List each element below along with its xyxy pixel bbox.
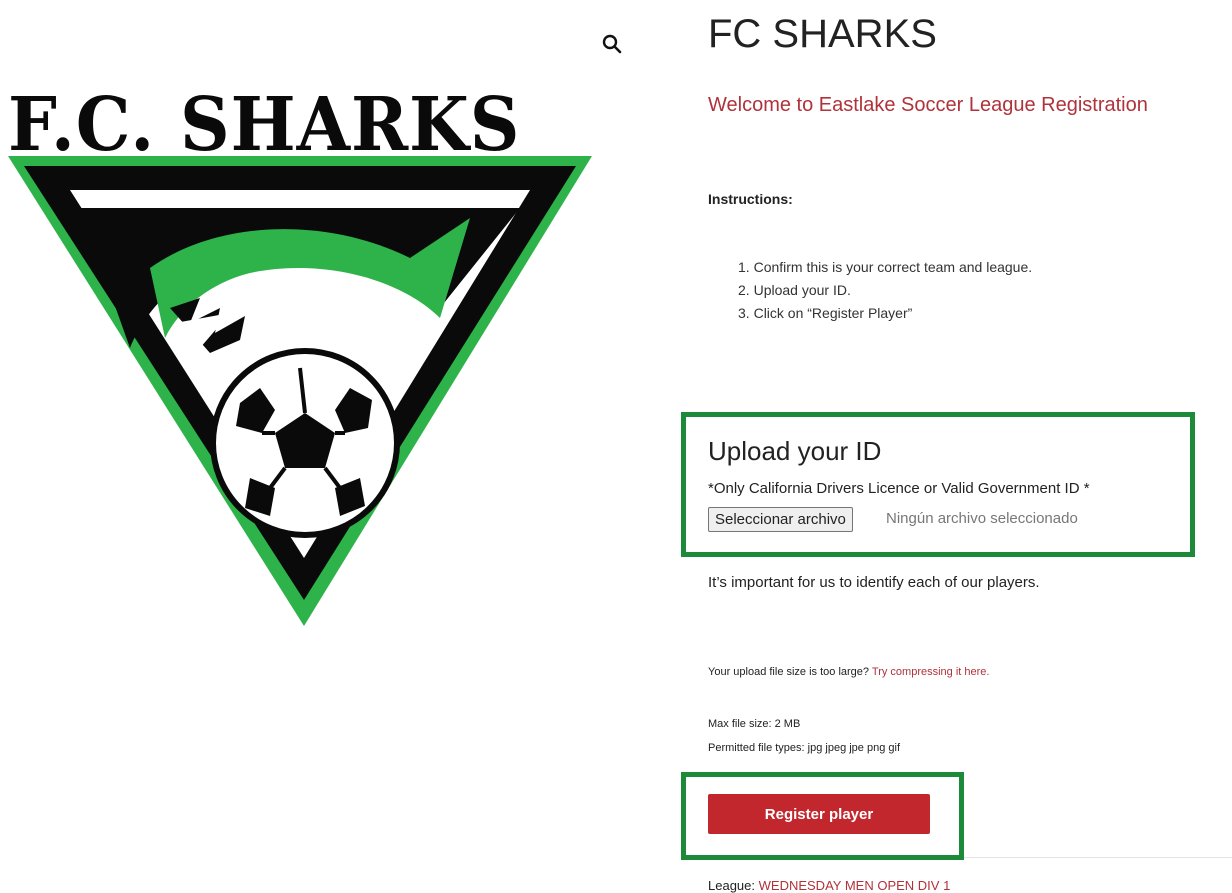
page-subtitle: Welcome to Eastlake Soccer League Regist…: [708, 94, 1148, 116]
permitted-file-types: Permitted file types: jpg jpeg jpe png g…: [708, 742, 901, 754]
identify-note: It’s important for us to identify each o…: [708, 574, 1040, 591]
product-title: FC SHARKS: [708, 12, 937, 56]
league-link[interactable]: WEDNESDAY MEN OPEN DIV 1: [759, 878, 951, 893]
compress-link[interactable]: Try compressing it here.: [872, 666, 990, 678]
choose-file-button[interactable]: Seleccionar archivo: [708, 507, 853, 532]
file-size-note: Your upload file size is too large? Try …: [708, 666, 989, 678]
instruction-step: 1. Confirm this is your correct team and…: [738, 259, 1033, 275]
file-status-text: Ningún archivo seleccionado: [886, 510, 1078, 527]
instructions-list: 1. Confirm this is your correct team and…: [738, 258, 1032, 327]
upload-requirement-note: *Only California Drivers Licence or Vali…: [708, 480, 1090, 497]
register-player-button[interactable]: Register player: [708, 794, 930, 834]
instruction-step: 3. Click on “Register Player”: [738, 305, 913, 321]
instruction-step: 2. Upload your ID.: [738, 282, 851, 298]
league-label: League:: [708, 878, 755, 893]
team-logo: F.C. SHARKS: [0, 70, 600, 630]
file-size-note-text: Your upload file size is too large?: [708, 666, 870, 678]
league-info: League: WEDNESDAY MEN OPEN DIV 1: [708, 878, 950, 893]
search-icon: [602, 34, 622, 54]
upload-title: Upload your ID: [708, 436, 882, 466]
instructions-label: Instructions:: [708, 191, 793, 207]
shark-ball-emblem: [8, 156, 592, 626]
max-file-size: Max file size: 2 MB: [708, 718, 801, 730]
divider: [964, 857, 1232, 858]
zoom-button[interactable]: [600, 32, 624, 56]
